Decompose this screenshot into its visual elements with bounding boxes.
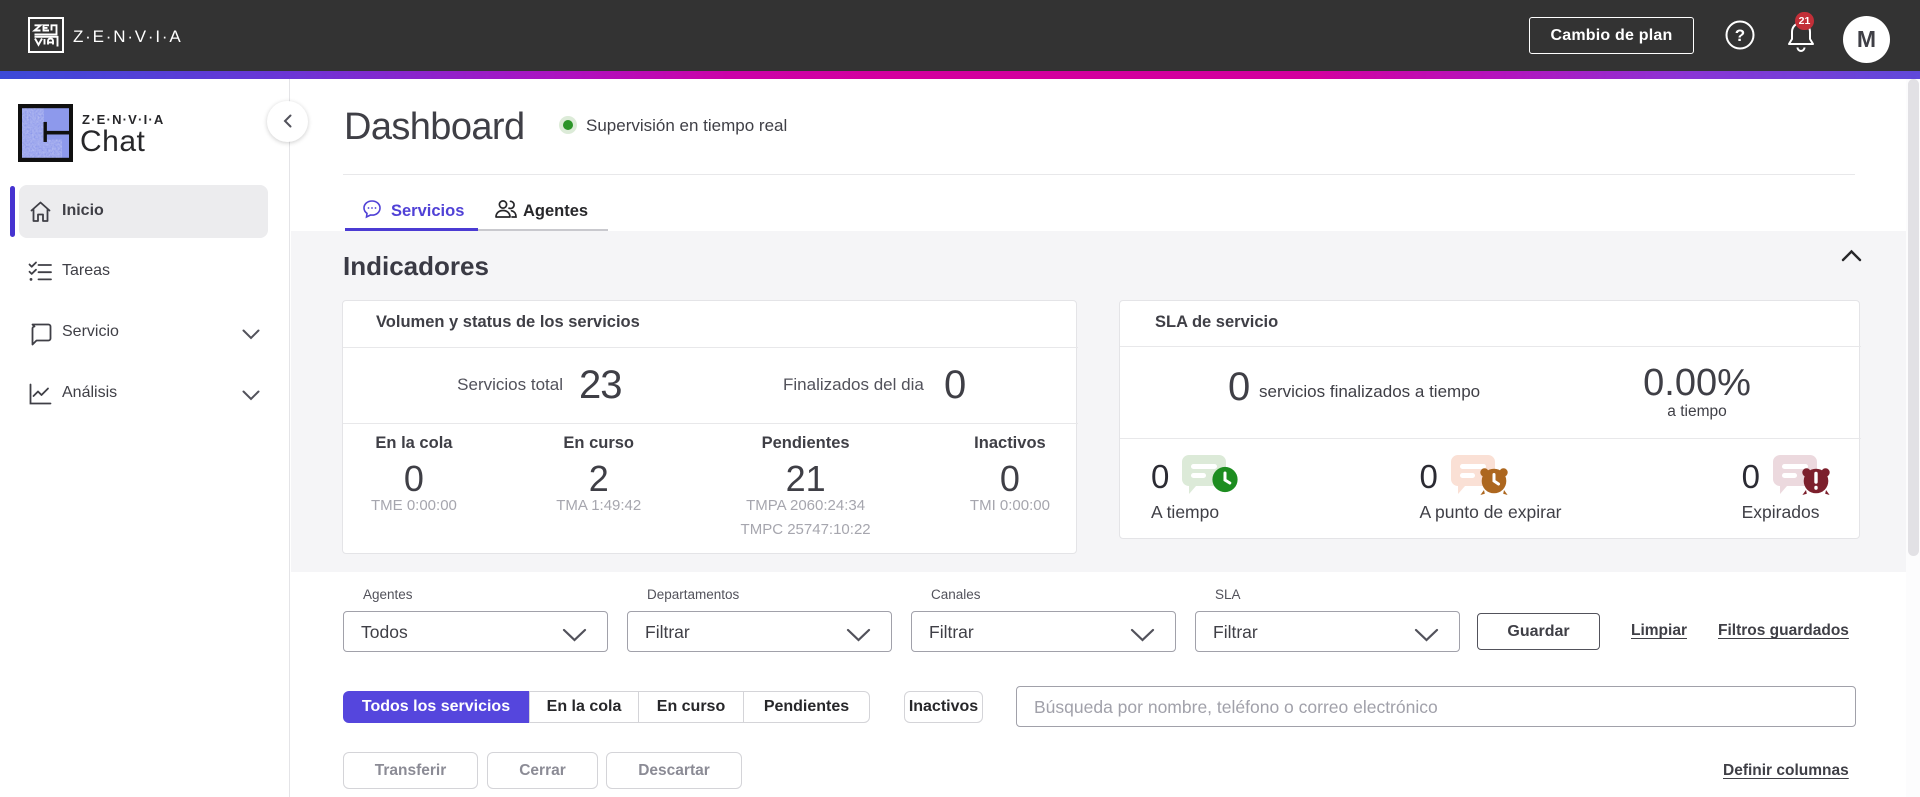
svg-text:?: ? (1735, 26, 1745, 45)
